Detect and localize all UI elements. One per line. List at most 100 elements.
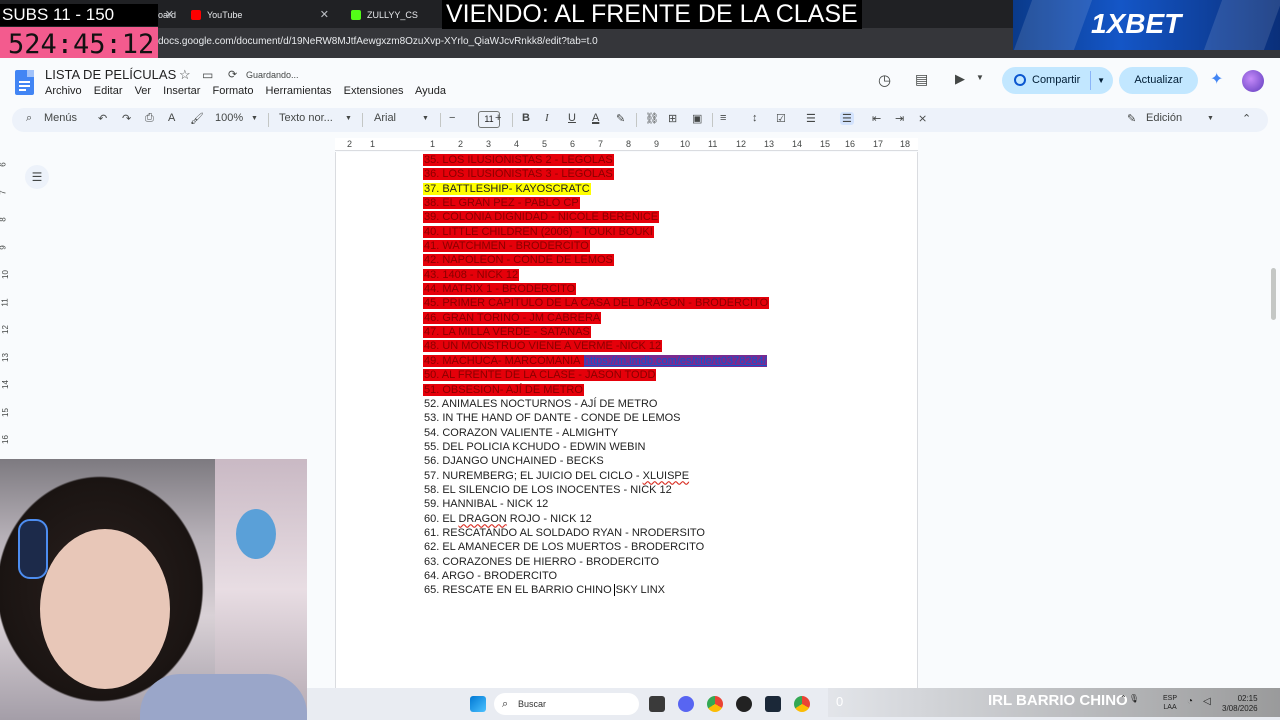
menu-herramientas[interactable]: Herramientas: [266, 85, 332, 97]
list-item[interactable]: 60. EL DRAGON ROJO - NICK 12: [423, 512, 769, 526]
horizontal-ruler[interactable]: 2 1 1 2 3 4 5 6 7 8 9 10 11 12 13 14 15 16 17 18: [335, 138, 918, 151]
close-tab-icon[interactable]: ✕: [320, 4, 329, 26]
italic-icon[interactable]: I: [545, 112, 549, 124]
bulleted-list-icon[interactable]: ☰: [806, 112, 816, 125]
misspelled-word[interactable]: DRAGON: [458, 513, 506, 525]
chevron-down-icon[interactable]: ▼: [422, 115, 429, 122]
add-comment-icon[interactable]: ⊞: [668, 112, 677, 125]
tab-youtube[interactable]: YouTube ✕: [185, 4, 335, 26]
volume-icon[interactable]: ◁: [1203, 696, 1211, 707]
move-folder-icon[interactable]: ▭: [202, 68, 213, 82]
list-item[interactable]: 49. MACHUCA- MARCOMANIA https://m.imdb.c…: [423, 354, 769, 368]
list-item[interactable]: 55. DEL POLICIA KCHUDO - EDWIN WEBIN: [423, 440, 769, 454]
outline-icon[interactable]: ☰: [25, 165, 49, 189]
steam-icon[interactable]: [765, 696, 781, 712]
chevron-down-icon[interactable]: ▼: [1097, 67, 1105, 94]
menu-ayuda[interactable]: Ayuda: [415, 85, 446, 97]
clear-formatting-icon[interactable]: ⨯: [918, 112, 927, 125]
windows-start-icon[interactable]: [470, 696, 486, 712]
tab-kick-stream[interactable]: ZULLYY_CS Stream - W: [345, 4, 440, 26]
list-item[interactable]: 62. EL AMANECER DE LOS MUERTOS - BRODERC…: [423, 540, 769, 554]
menus-search[interactable]: Menús: [44, 112, 77, 124]
list-item[interactable]: 57. NUREMBERG; EL JUICIO DEL CICLO - XLU…: [423, 469, 769, 483]
menu-editar[interactable]: Editar: [94, 85, 123, 97]
meet-icon[interactable]: ▶: [955, 71, 965, 87]
collapse-toolbar-icon[interactable]: ⌃: [1242, 112, 1251, 125]
bold-icon[interactable]: B: [522, 112, 530, 124]
close-tab-icon[interactable]: ✕: [165, 4, 174, 26]
chevron-down-icon[interactable]: ▼: [345, 115, 352, 122]
list-item[interactable]: 65. RESCATE EN EL BARRIO CHINO SKY LINX: [423, 583, 769, 597]
history-icon[interactable]: ◷: [878, 71, 891, 89]
update-button[interactable]: Actualizar: [1119, 67, 1198, 94]
list-item[interactable]: 50. AL FRENTE DE LA CLASE - JASON TODD: [423, 368, 769, 382]
list-item[interactable]: 59. HANNIBAL - NICK 12: [423, 497, 769, 511]
chrome-icon[interactable]: [707, 696, 723, 712]
list-item[interactable]: 45. PRIMER CAPITULO DE LA CASA DEL DRAGO…: [423, 296, 770, 310]
wifi-icon[interactable]: ◔: [1187, 696, 1193, 707]
search-icon[interactable]: ⌕: [26, 112, 32, 125]
redo-icon[interactable]: ↷: [122, 112, 131, 125]
list-item[interactable]: 58. EL SILENCIO DE LOS INOCENTES - NICK …: [423, 483, 769, 497]
list-item[interactable]: 40. LITTLE CHILDREN (2006) - TOUKI BOUKI: [423, 225, 769, 239]
decrease-indent-icon[interactable]: ⇤: [872, 112, 881, 125]
list-item[interactable]: 56. DJANGO UNCHAINED - BECKS: [423, 454, 769, 468]
list-item[interactable]: 37. BATTLESHIP- KAYOSCRATC: [423, 182, 769, 196]
taskbar-search[interactable]: ⌕ Buscar: [494, 693, 639, 715]
list-item[interactable]: 42. NAPOLEON - CONDE DE LEMOS: [423, 253, 769, 267]
file-explorer-icon[interactable]: [649, 696, 665, 712]
list-item[interactable]: 46. GRAN TORINO - JM CABRERA: [423, 311, 769, 325]
list-item[interactable]: 39. COLONIA DIGNIDAD - NICOLE BERENICE: [423, 210, 769, 224]
avatar[interactable]: [1242, 70, 1264, 92]
chevron-down-icon[interactable]: ▼: [976, 73, 984, 82]
undo-icon[interactable]: ↶: [98, 112, 107, 125]
menu-extensiones[interactable]: Extensiones: [344, 85, 404, 97]
system-clock[interactable]: 02:15 3/08/2026: [1222, 694, 1258, 714]
imdb-link[interactable]: https://m.imdb.com/es/title/tt0378284/: [583, 354, 767, 367]
increase-indent-icon[interactable]: ⇥: [895, 112, 904, 125]
style-select[interactable]: Texto nor...: [279, 112, 333, 124]
zoom-select[interactable]: 100%: [215, 112, 243, 124]
list-item[interactable]: 51. OBSESION- AJÍ DE METRO: [423, 383, 769, 397]
list-item[interactable]: 36. LOS ILUSIONISTAS 3 - LEGOLAS: [423, 167, 769, 181]
discord-icon[interactable]: [678, 696, 694, 712]
chrome-icon[interactable]: [794, 696, 810, 712]
tray-chevron-icon[interactable]: ⌃ 🎙: [1120, 694, 1139, 703]
gemini-icon[interactable]: ✦: [1210, 69, 1223, 89]
misspelled-word[interactable]: XLUISPE: [643, 470, 689, 482]
list-item[interactable]: 63. CORAZONES DE HIERRO - BRODERCITO: [423, 555, 769, 569]
spellcheck-icon[interactable]: A: [168, 112, 175, 124]
list-item[interactable]: 44. MATRIX 1 - BRODERCITO: [423, 282, 769, 296]
list-item[interactable]: 64. ARGO - BRODERCITO: [423, 569, 769, 583]
print-icon[interactable]: ⎙: [145, 112, 154, 125]
numbered-list-icon[interactable]: ☰: [840, 112, 854, 125]
url-text[interactable]: docs.google.com/document/d/19NeRW8MJtfAe…: [158, 36, 598, 47]
chevron-down-icon[interactable]: ▼: [251, 115, 258, 122]
checklist-icon[interactable]: ☑: [776, 112, 786, 125]
menu-archivo[interactable]: Archivo: [45, 85, 82, 97]
highlight-icon[interactable]: ✎: [616, 112, 625, 125]
scrollbar[interactable]: [1271, 268, 1276, 320]
list-item[interactable]: 43. 1408 - NICK 12: [423, 268, 769, 282]
comments-icon[interactable]: ▤: [915, 71, 928, 88]
mode-select[interactable]: Edición: [1146, 112, 1182, 124]
text-color-icon[interactable]: A: [592, 112, 599, 124]
font-select[interactable]: Arial: [374, 112, 396, 124]
document-title[interactable]: LISTA DE PELÍCULAS: [45, 67, 176, 82]
list-item[interactable]: 35. LOS ILUSIONISTAS 2 - LEGOLAS: [423, 153, 769, 167]
list-item[interactable]: 61. RESCATANDO AL SOLDADO RYAN - NRODERS…: [423, 526, 769, 540]
list-item[interactable]: 48. UN MONSTRUO VIENE A VERME -NICK 12: [423, 339, 769, 353]
link-icon[interactable]: ⛓: [645, 112, 659, 125]
google-docs-icon[interactable]: [15, 70, 34, 95]
line-spacing-icon[interactable]: ↕: [752, 112, 758, 124]
star-icon[interactable]: ☆: [179, 67, 191, 83]
increase-font-icon[interactable]: +: [495, 112, 501, 124]
list-item[interactable]: 52. ANIMALES NOCTURNOS - AJÍ DE METRO: [423, 397, 769, 411]
list-item[interactable]: 47. LA MILLA VERDE - SATANAS: [423, 325, 769, 339]
list-item[interactable]: 54. CORAZON VALIENTE - ALMIGHTY: [423, 426, 769, 440]
list-item[interactable]: 53. IN THE HAND OF DANTE - CONDE DE LEMO…: [423, 411, 769, 425]
image-icon[interactable]: ▣: [692, 112, 702, 125]
paint-format-icon[interactable]: 🖌: [190, 112, 204, 125]
list-item[interactable]: 38. EL GRAN PEZ - PABLO CP: [423, 196, 769, 210]
list-item[interactable]: 41. WATCHMEN - BRODERCITO: [423, 239, 769, 253]
